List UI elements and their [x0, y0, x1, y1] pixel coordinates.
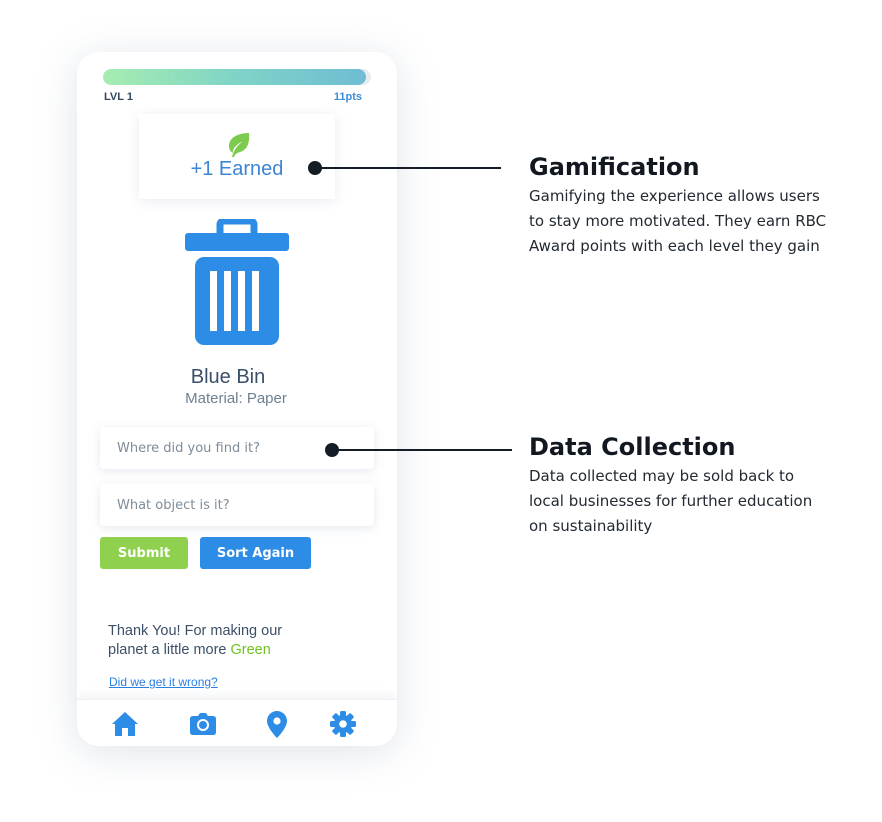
bottom-nav-bar	[77, 699, 397, 746]
nav-location[interactable]	[263, 710, 291, 738]
data-collection-description: Data collected may be sold back to local…	[529, 467, 813, 535]
nav-settings[interactable]	[329, 711, 357, 737]
object-name-input[interactable]	[100, 484, 374, 526]
report-wrong-link[interactable]: Did we get it wrong?	[109, 675, 218, 689]
thank-you-green-word: Green	[230, 642, 271, 658]
camera-icon	[190, 713, 216, 735]
earned-text: +1 Earned	[190, 158, 284, 180]
earned-points-card: +1 Earned	[139, 114, 335, 199]
data-collection-title: Data Collection	[529, 433, 736, 461]
bin-name: Blue Bin	[190, 366, 266, 388]
location-pin-icon	[267, 710, 287, 738]
submit-button[interactable]: Submit	[100, 537, 188, 569]
thank-you-line-1: Thank You! For making our	[108, 623, 283, 639]
trash-bin-icon	[185, 219, 289, 345]
nav-home[interactable]	[111, 711, 139, 737]
data-collection-callout-line	[332, 449, 512, 451]
points-label: 11pts	[333, 91, 362, 103]
gamification-callout-line	[315, 167, 501, 169]
gamification-description: Gamifying the experience allows users to…	[529, 187, 827, 255]
bin-material: Material: Paper	[185, 390, 287, 407]
level-label: LVL 1	[104, 91, 133, 103]
level-progress-fill	[103, 69, 366, 85]
sort-again-button[interactable]: Sort Again	[200, 537, 311, 569]
home-icon	[112, 712, 138, 736]
leaf-icon	[229, 133, 250, 157]
nav-camera[interactable]	[189, 711, 217, 737]
gamification-title: Gamification	[529, 153, 700, 181]
level-progress-bar	[103, 69, 371, 85]
thank-you-line-2: planet a little more	[108, 642, 231, 658]
phone-mockup: LVL 1 11pts +1 Earned Blue Bin Material:…	[77, 52, 397, 746]
gear-icon	[330, 711, 356, 737]
thank-you-message: Thank You! For making our planet a littl…	[108, 622, 348, 660]
